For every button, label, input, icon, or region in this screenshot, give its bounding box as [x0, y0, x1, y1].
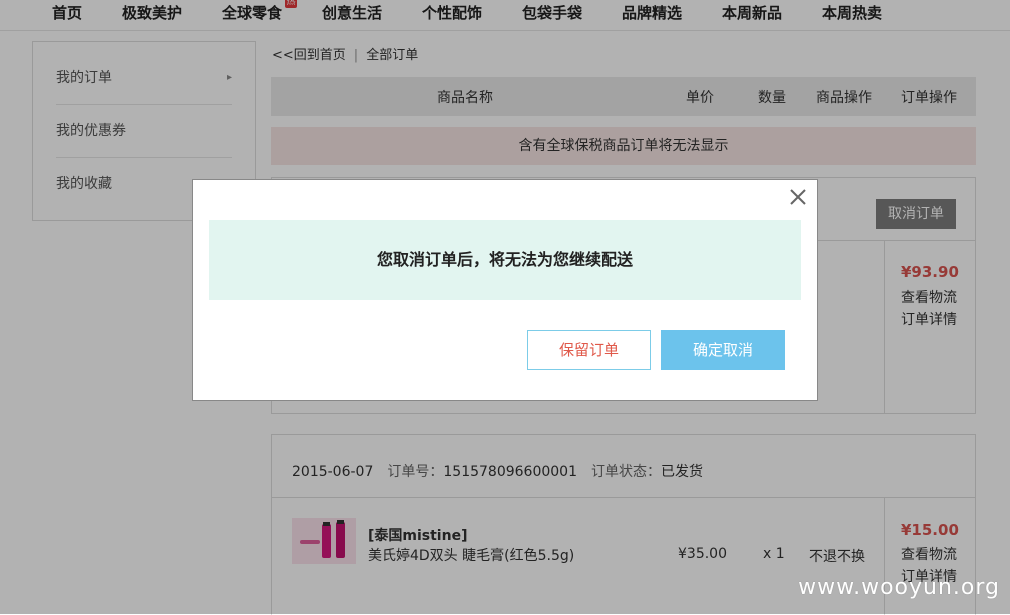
watermark: www.wooyun.org	[798, 575, 1000, 600]
confirm-cancel-button[interactable]: 确定取消	[661, 330, 785, 370]
cancel-order-dialog: 您取消订单后，将无法为您继续配送 保留订单 确定取消	[192, 179, 818, 401]
dialog-message: 您取消订单后，将无法为您继续配送	[209, 220, 801, 300]
close-icon[interactable]	[787, 186, 809, 208]
keep-order-button[interactable]: 保留订单	[527, 330, 651, 370]
